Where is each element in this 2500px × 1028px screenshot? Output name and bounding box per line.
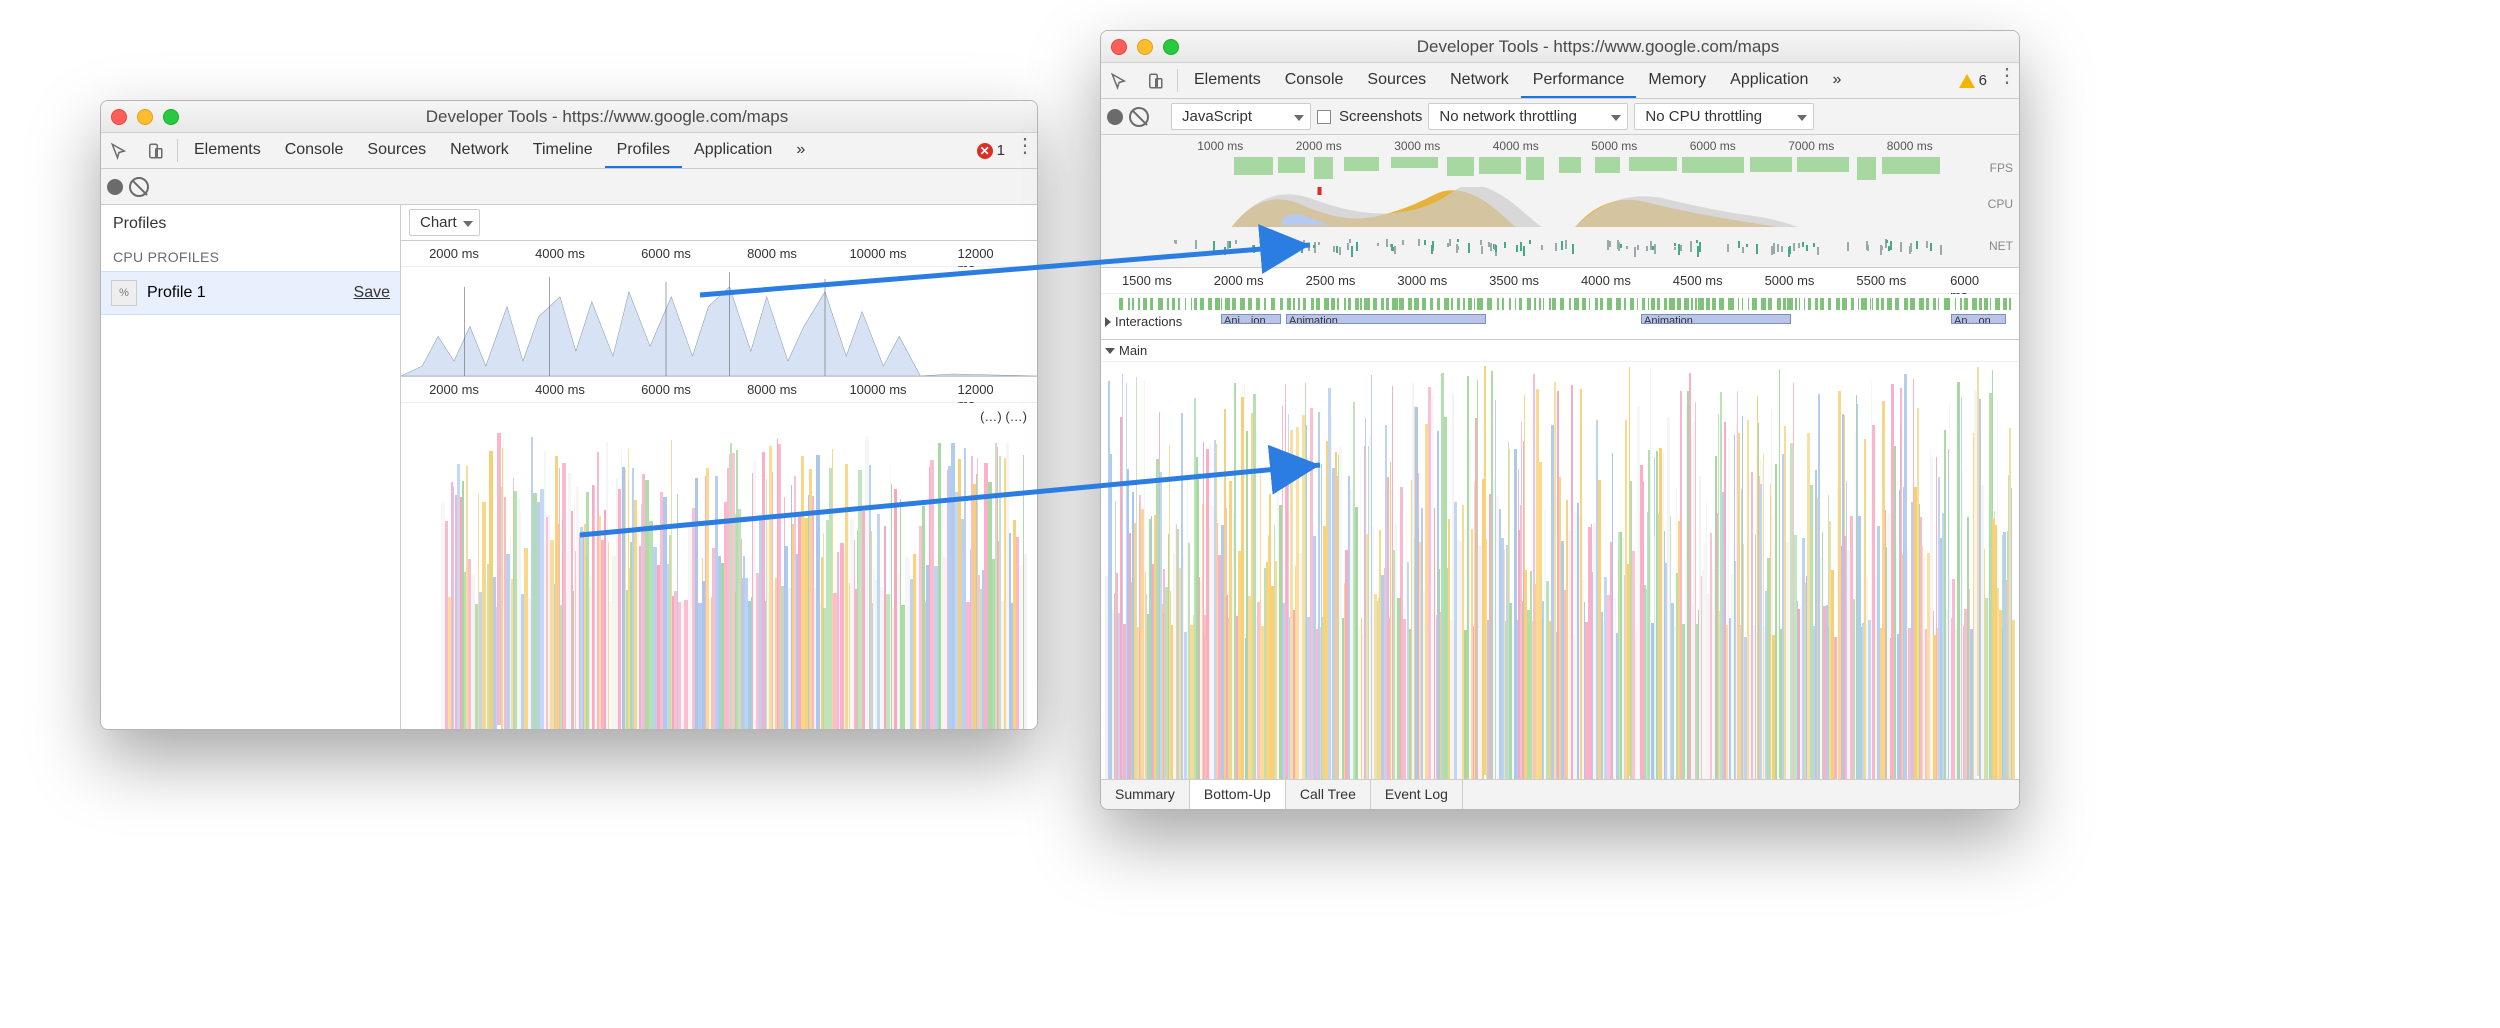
- record-button[interactable]: [1107, 109, 1123, 125]
- net-lane: [1171, 239, 1959, 253]
- titlebar[interactable]: Developer Tools - https://www.google.com…: [101, 101, 1037, 133]
- separator: [177, 139, 178, 162]
- detail-time-axis[interactable]: 2000 ms4000 ms6000 ms8000 ms10000 ms1200…: [401, 377, 1037, 403]
- minimize-window-button[interactable]: [137, 109, 153, 125]
- tab-application[interactable]: Application: [1718, 63, 1820, 98]
- minimize-window-button[interactable]: [1137, 39, 1153, 55]
- devtools-tabbar: Elements Console Sources Network Perform…: [1101, 63, 2019, 99]
- interactions-track[interactable]: Interactions Ani…ion Animation Animation…: [1101, 294, 2019, 340]
- inspect-element-icon[interactable]: [101, 133, 137, 168]
- tab-memory[interactable]: Memory: [1636, 63, 1718, 98]
- cpu-lane-label: CPU: [1988, 197, 2013, 211]
- zoom-window-button[interactable]: [1163, 39, 1179, 55]
- sidebar-header: Profiles: [101, 205, 400, 243]
- tab-elements[interactable]: Elements: [1182, 63, 1273, 98]
- performance-overview[interactable]: 1000 ms2000 ms3000 ms4000 ms5000 ms6000 …: [1101, 135, 2019, 268]
- interactions-label[interactable]: Interactions: [1105, 314, 1182, 329]
- window-controls: [1111, 39, 1179, 55]
- profile-view-toolbar: Chart: [401, 205, 1037, 241]
- tab-application[interactable]: Application: [682, 133, 784, 168]
- kebab-menu-icon[interactable]: ⋮: [1013, 133, 1037, 168]
- checkbox-icon: [1317, 110, 1331, 124]
- error-count: 1: [997, 142, 1005, 159]
- device-toolbar-icon[interactable]: [1137, 63, 1173, 98]
- main-track-header[interactable]: Main: [1101, 340, 2019, 362]
- performance-toolbar: JavaScript Screenshots No network thrott…: [1101, 99, 2019, 135]
- tab-console[interactable]: Console: [273, 133, 356, 168]
- tab-performance[interactable]: Performance: [1521, 63, 1637, 98]
- screenshots-label: Screenshots: [1339, 108, 1422, 125]
- profile-list-item[interactable]: % Profile 1 Save: [101, 271, 400, 315]
- net-lane-label: NET: [1989, 239, 2013, 253]
- profile-save-link[interactable]: Save: [354, 284, 390, 302]
- main-flame-chart[interactable]: [1101, 362, 2019, 779]
- tab-elements[interactable]: Elements: [182, 133, 273, 168]
- tab-event-log[interactable]: Event Log: [1371, 780, 1463, 809]
- clear-button[interactable]: [1129, 107, 1149, 127]
- cpu-overview-chart[interactable]: [401, 267, 1037, 377]
- fps-lane-label: FPS: [1990, 161, 2013, 175]
- record-button[interactable]: [107, 179, 123, 195]
- overview-time-axis[interactable]: 1000 ms2000 ms3000 ms4000 ms5000 ms6000 …: [1171, 135, 1959, 157]
- warning-count: 6: [1979, 72, 1987, 89]
- zoom-window-button[interactable]: [163, 109, 179, 125]
- window-controls: [111, 109, 179, 125]
- tab-network[interactable]: Network: [1438, 63, 1521, 98]
- network-throttling-select[interactable]: No network throttling: [1428, 103, 1628, 130]
- flame-chart[interactable]: (…) (…): [401, 403, 1037, 729]
- profiles-toolbar: [101, 169, 1037, 205]
- animation-segment[interactable]: An…on: [1951, 314, 2006, 324]
- tab-sources[interactable]: Sources: [1355, 63, 1438, 98]
- devtools-tabbar: Elements Console Sources Network Timelin…: [101, 133, 1037, 169]
- titlebar[interactable]: Developer Tools - https://www.google.com…: [1101, 31, 2019, 63]
- screenshots-toggle[interactable]: Screenshots: [1317, 108, 1422, 125]
- close-window-button[interactable]: [111, 109, 127, 125]
- details-tabbar: Summary Bottom-Up Call Tree Event Log: [1101, 779, 2019, 809]
- view-select[interactable]: Chart: [409, 209, 480, 236]
- profile-icon: %: [111, 280, 137, 306]
- device-toolbar-icon[interactable]: [137, 133, 173, 168]
- animation-segment[interactable]: Ani…ion: [1221, 314, 1281, 324]
- profiles-sidebar: Profiles CPU PROFILES % Profile 1 Save: [101, 205, 401, 729]
- capture-select[interactable]: JavaScript: [1171, 103, 1311, 130]
- truncated-labels: (…) (…): [980, 409, 1027, 424]
- tab-network[interactable]: Network: [438, 133, 521, 168]
- detail-time-axis[interactable]: 1500 ms2000 ms2500 ms3000 ms3500 ms4000 …: [1101, 268, 2019, 294]
- tabs-overflow[interactable]: »: [784, 133, 817, 168]
- devtools-window-profiles: Developer Tools - https://www.google.com…: [100, 100, 1038, 730]
- tab-summary[interactable]: Summary: [1101, 780, 1190, 809]
- tab-console[interactable]: Console: [1273, 63, 1356, 98]
- warning-icon: [1959, 74, 1975, 88]
- collapse-icon: [1105, 348, 1115, 354]
- tabs-overflow[interactable]: »: [1820, 63, 1853, 98]
- animation-segment[interactable]: Animation: [1641, 314, 1791, 324]
- warning-count-badge[interactable]: 6: [1951, 63, 1995, 98]
- sidebar-section-header: CPU PROFILES: [101, 243, 400, 271]
- devtools-window-performance: Developer Tools - https://www.google.com…: [1100, 30, 2020, 810]
- clear-button[interactable]: [129, 177, 149, 197]
- tab-bottom-up[interactable]: Bottom-Up: [1190, 780, 1286, 809]
- tab-timeline[interactable]: Timeline: [521, 133, 605, 168]
- tab-call-tree[interactable]: Call Tree: [1286, 780, 1371, 809]
- cpu-throttling-select[interactable]: No CPU throttling: [1634, 103, 1814, 130]
- inspect-element-icon[interactable]: [1101, 63, 1137, 98]
- error-count-badge[interactable]: ✕ 1: [969, 133, 1013, 168]
- overview-time-axis[interactable]: 2000 ms4000 ms6000 ms8000 ms10000 ms1200…: [401, 241, 1037, 267]
- tab-sources[interactable]: Sources: [355, 133, 438, 168]
- error-icon: ✕: [977, 143, 993, 159]
- tab-profiles[interactable]: Profiles: [605, 133, 682, 168]
- animation-segment[interactable]: Animation: [1286, 314, 1486, 324]
- kebab-menu-icon[interactable]: ⋮: [1995, 63, 2019, 98]
- window-title: Developer Tools - https://www.google.com…: [1187, 37, 2009, 57]
- profile-label: Profile 1: [147, 284, 344, 302]
- cpu-lane: [1171, 187, 1959, 227]
- close-window-button[interactable]: [1111, 39, 1127, 55]
- profile-main-pane: Chart 2000 ms4000 ms6000 ms8000 ms10000 …: [401, 205, 1037, 729]
- expand-icon: [1105, 317, 1111, 327]
- window-title: Developer Tools - https://www.google.com…: [187, 107, 1027, 127]
- separator: [1177, 69, 1178, 92]
